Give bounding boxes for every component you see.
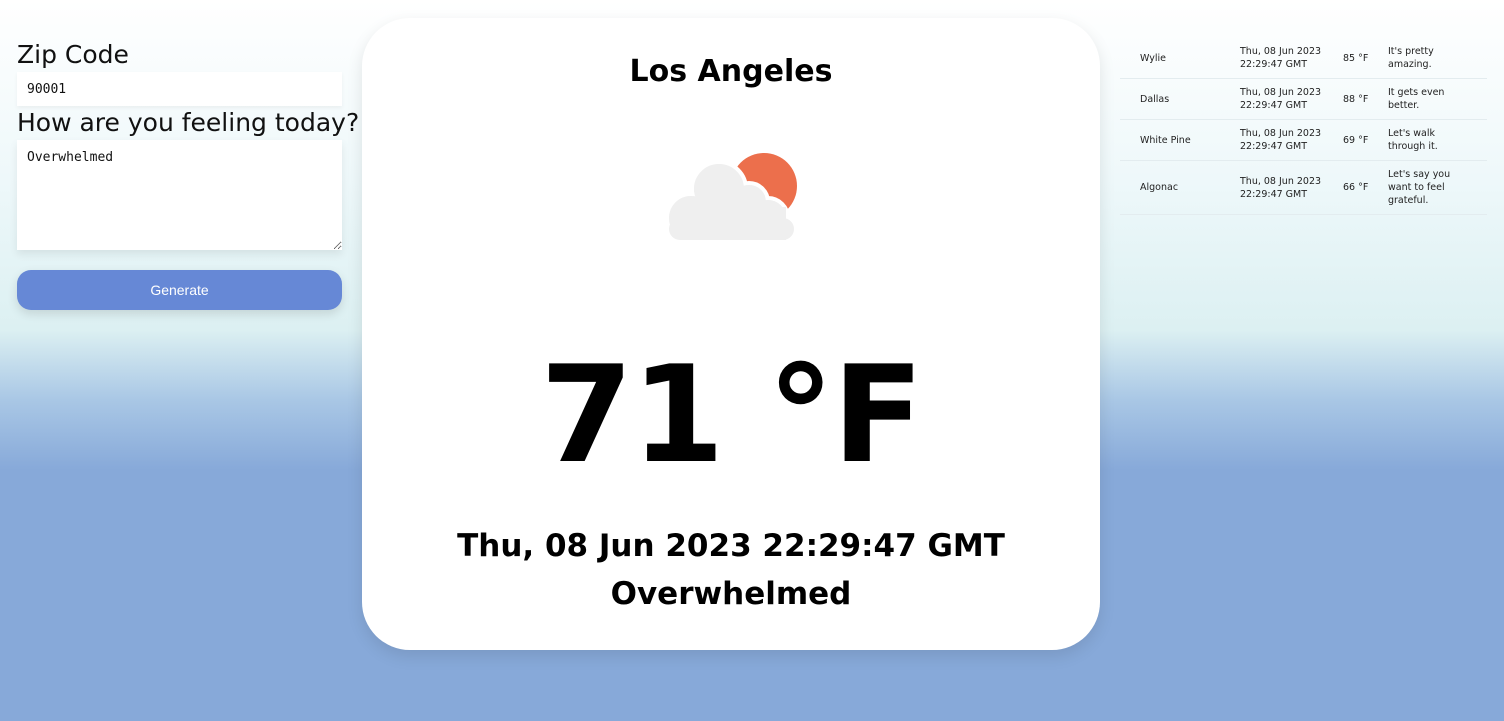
zip-code-input[interactable]	[17, 72, 342, 106]
history-city: Dallas	[1120, 78, 1240, 120]
entry-form: Zip Code How are you feeling today? Over…	[17, 38, 360, 310]
history-temp: 66 °F	[1343, 160, 1388, 215]
history-temp: 88 °F	[1343, 78, 1388, 120]
history-date: Thu, 08 Jun 2023 22:29:47 GMT	[1240, 78, 1343, 120]
history-city: White Pine	[1120, 119, 1240, 161]
history-city: Wylie	[1120, 38, 1240, 79]
table-row: Dallas Thu, 08 Jun 2023 22:29:47 GMT 88 …	[1120, 78, 1487, 120]
feeling-value: Overwhelmed	[610, 576, 852, 612]
history-feeling: Let's walk through it.	[1388, 119, 1487, 161]
generate-button[interactable]: Generate	[17, 270, 342, 310]
history-date: Thu, 08 Jun 2023 22:29:47 GMT	[1240, 119, 1343, 161]
history-date: Thu, 08 Jun 2023 22:29:47 GMT	[1240, 160, 1343, 215]
zip-code-label: Zip Code	[17, 40, 129, 69]
history-feeling: It's pretty amazing.	[1388, 38, 1487, 79]
date-value: Thu, 08 Jun 2023 22:29:47 GMT	[457, 528, 1005, 564]
history-date: Thu, 08 Jun 2023 22:29:47 GMT	[1240, 38, 1343, 79]
feeling-textarea[interactable]: Overwhelmed	[17, 140, 342, 250]
history-city: Algonac	[1120, 160, 1240, 215]
feeling-label: How are you feeling today?	[17, 108, 360, 137]
history-feeling: Let's say you want to feel grateful.	[1388, 160, 1487, 215]
history-temp: 69 °F	[1343, 119, 1388, 161]
partly-cloudy-icon	[665, 153, 797, 242]
history-feeling: It gets even better.	[1388, 78, 1487, 120]
history-temp: 85 °F	[1343, 38, 1388, 79]
table-row: Algonac Thu, 08 Jun 2023 22:29:47 GMT 66…	[1120, 160, 1487, 215]
weather-card: Los Angeles 71 °F Thu, 08 Jun 2023 22:29…	[362, 18, 1100, 650]
table-row: White Pine Thu, 08 Jun 2023 22:29:47 GMT…	[1120, 119, 1487, 161]
history-table: Wylie Thu, 08 Jun 2023 22:29:47 GMT 85 °…	[1120, 38, 1487, 215]
temperature-value: 71 °F	[540, 337, 924, 493]
city-name: Los Angeles	[629, 54, 833, 89]
table-row: Wylie Thu, 08 Jun 2023 22:29:47 GMT 85 °…	[1120, 38, 1487, 79]
